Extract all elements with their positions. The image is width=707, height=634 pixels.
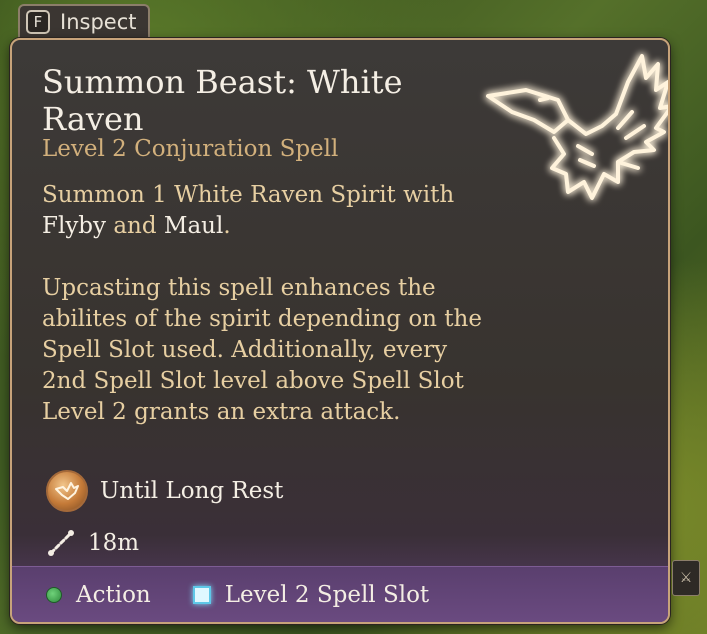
summon-raven-icon (46, 470, 88, 512)
cost-footer: Action Level 2 Spell Slot (12, 566, 668, 622)
description-summary: Summon 1 White Raven Spirit with Flyby a… (42, 180, 482, 242)
spell-description: Summon 1 White Raven Spirit with Flyby a… (42, 180, 482, 428)
range-icon (48, 530, 74, 556)
summary-text: Summon 1 White Raven Spirit with (42, 182, 455, 208)
action-dot-icon (46, 586, 62, 603)
spell-title: Summon Beast: White Raven (42, 63, 403, 138)
spell-tooltip-card: Summon Beast: White Raven Level 2 Conjur… (10, 38, 670, 624)
range-label: 18m (88, 530, 140, 556)
spell-slot-cost-label: Level 2 Spell Slot (224, 581, 430, 608)
description-upcast: Upcasting this spell enhances the abilit… (42, 275, 482, 425)
spell-slot-icon (192, 585, 211, 604)
inspect-tab[interactable]: F Inspect (18, 4, 151, 38)
hotbar-edge-icon[interactable]: ⚔ (672, 560, 700, 596)
summary-and: and (106, 213, 164, 239)
action-cost-label: Action (76, 581, 151, 608)
f-key-badge: F (26, 10, 50, 34)
maul-keyword[interactable]: Maul (164, 213, 223, 239)
duration-label: Until Long Rest (100, 478, 284, 504)
duration-row: Until Long Rest (46, 470, 283, 512)
inspect-label: Inspect (60, 10, 137, 34)
spell-subtitle: Level 2 Conjuration Spell (42, 136, 339, 162)
summary-period: . (223, 213, 231, 239)
white-raven-icon (486, 54, 668, 200)
flyby-keyword[interactable]: Flyby (42, 213, 106, 239)
range-row: 18m (46, 528, 139, 558)
